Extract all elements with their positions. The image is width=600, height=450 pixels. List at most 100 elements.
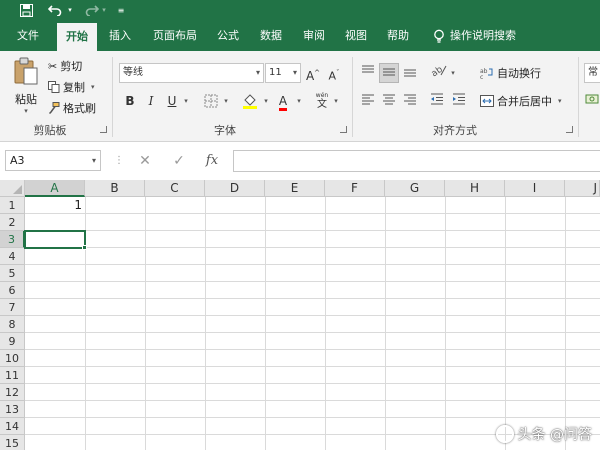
row-header-8[interactable]: 8 [0, 316, 25, 333]
column-header-j[interactable]: J [565, 180, 600, 197]
increase-indent-button[interactable] [450, 91, 468, 111]
underline-dropdown-icon[interactable]: ▾ [182, 91, 190, 111]
copy-button[interactable]: 复制 ▾ [48, 78, 95, 96]
merge-center-button[interactable]: 合并后居中 ▾ [480, 91, 562, 111]
tell-me-search[interactable]: 操作说明搜索 [450, 20, 530, 51]
undo-dropdown-icon[interactable]: ▾ [66, 2, 74, 18]
orientation-button[interactable]: ab [430, 63, 448, 83]
column-header-d[interactable]: D [205, 180, 265, 197]
bold-button[interactable]: B [122, 91, 138, 111]
phonetic-dropdown-icon[interactable]: ▾ [332, 91, 340, 111]
clipboard-launcher-icon[interactable] [100, 126, 107, 133]
name-box[interactable]: A3 ▾ [5, 150, 101, 171]
tab-page-layout[interactable]: 页面布局 [146, 20, 204, 51]
tab-home[interactable]: 开始 [57, 23, 97, 51]
align-top-button[interactable] [359, 63, 377, 83]
gridline [25, 366, 600, 367]
gridline [25, 349, 600, 350]
undo-icon[interactable] [46, 2, 64, 18]
tab-help[interactable]: 帮助 [379, 20, 417, 51]
column-header-h[interactable]: H [445, 180, 505, 197]
font-color-button[interactable]: A [274, 91, 292, 111]
redo-dropdown-icon[interactable]: ▾ [100, 2, 108, 18]
number-format-select[interactable]: 常 [584, 63, 600, 83]
row-header-15[interactable]: 15 [0, 435, 25, 450]
worksheet-grid: A B C D E F G H I J 1 2 3 4 5 6 7 8 9 10… [0, 180, 600, 450]
copy-dropdown-icon[interactable]: ▾ [91, 83, 95, 91]
save-icon[interactable] [17, 2, 35, 18]
align-bottom-button[interactable] [401, 63, 419, 83]
row-header-10[interactable]: 10 [0, 350, 25, 367]
align-right-button[interactable] [401, 91, 419, 111]
align-right-icon [404, 94, 416, 105]
column-header-b[interactable]: B [85, 180, 145, 197]
row-header-4[interactable]: 4 [0, 248, 25, 265]
customize-qat-icon[interactable]: ≡ [116, 2, 126, 18]
format-painter-button[interactable]: 格式刷 [48, 99, 96, 117]
group-divider [578, 57, 579, 137]
watermark-text: 头条 @问答 [517, 427, 592, 443]
wrap-text-button[interactable]: ab c 自动换行 [480, 63, 541, 83]
underline-button[interactable]: U [164, 91, 180, 111]
paste-dropdown-icon[interactable]: ▾ [24, 107, 28, 115]
tab-view[interactable]: 视图 [337, 20, 375, 51]
fill-color-button[interactable] [241, 91, 259, 111]
row-header-2[interactable]: 2 [0, 214, 25, 231]
shrink-font-icon: A [328, 69, 337, 83]
phonetic-button[interactable]: wén 文 [314, 91, 330, 111]
cancel-entry-icon[interactable]: ✕ [136, 151, 154, 171]
insert-function-icon[interactable]: fx [203, 151, 221, 171]
confirm-entry-icon[interactable]: ✓ [170, 151, 188, 171]
fill-handle[interactable] [82, 245, 87, 250]
cell-a1[interactable]: 1 [25, 197, 85, 214]
active-cell-a3[interactable] [24, 230, 86, 249]
tab-review[interactable]: 审阅 [295, 20, 333, 51]
row-header-5[interactable]: 5 [0, 265, 25, 282]
tab-formulas[interactable]: 公式 [209, 20, 247, 51]
tab-insert[interactable]: 插入 [100, 20, 140, 51]
select-all-button[interactable] [0, 180, 25, 197]
currency-format-button[interactable] [584, 91, 600, 111]
formula-input[interactable] [233, 150, 600, 172]
paste-button[interactable]: 粘贴 ▾ [8, 57, 44, 117]
row-header-11[interactable]: 11 [0, 367, 25, 384]
column-header-g[interactable]: G [385, 180, 445, 197]
row-header-14[interactable]: 14 [0, 418, 25, 435]
tab-data[interactable]: 数据 [252, 20, 290, 51]
merge-dropdown-icon[interactable]: ▾ [558, 97, 562, 105]
cut-label: 剪切 [60, 60, 83, 73]
font-color-dropdown-icon[interactable]: ▾ [295, 91, 303, 111]
align-middle-button[interactable] [379, 63, 399, 83]
row-header-7[interactable]: 7 [0, 299, 25, 316]
group-divider [352, 57, 353, 137]
shrink-font-button[interactable]: Aˇ [326, 63, 342, 83]
italic-button[interactable]: I [143, 91, 159, 111]
row-header-13[interactable]: 13 [0, 401, 25, 418]
cut-button[interactable]: ✂ 剪切 [48, 57, 82, 75]
column-header-c[interactable]: C [145, 180, 205, 197]
column-header-e[interactable]: E [265, 180, 325, 197]
row-header-3[interactable]: 3 [0, 231, 25, 248]
borders-dropdown-icon[interactable]: ▾ [222, 91, 230, 111]
alignment-launcher-icon[interactable] [566, 126, 573, 133]
redo-icon[interactable] [84, 2, 100, 18]
align-center-button[interactable] [380, 91, 398, 111]
borders-button[interactable] [203, 91, 219, 111]
row-header-12[interactable]: 12 [0, 384, 25, 401]
grow-font-button[interactable]: A^ [305, 63, 321, 83]
row-header-9[interactable]: 9 [0, 333, 25, 350]
font-name-select[interactable]: 等线 ▾ [119, 63, 264, 83]
row-header-6[interactable]: 6 [0, 282, 25, 299]
font-launcher-icon[interactable] [340, 126, 347, 133]
font-size-select[interactable]: 11 ▾ [265, 63, 301, 83]
column-header-f[interactable]: F [325, 180, 385, 197]
column-header-a[interactable]: A [25, 180, 85, 197]
formula-bar-grip-icon[interactable]: ⋮ [114, 155, 124, 167]
orientation-dropdown-icon[interactable]: ▾ [449, 63, 457, 83]
row-header-1[interactable]: 1 [0, 197, 25, 214]
tab-file[interactable]: 文件 [8, 20, 48, 51]
decrease-indent-button[interactable] [428, 91, 446, 111]
align-left-button[interactable] [359, 91, 377, 111]
column-header-i[interactable]: I [505, 180, 565, 197]
fill-color-dropdown-icon[interactable]: ▾ [262, 91, 270, 111]
